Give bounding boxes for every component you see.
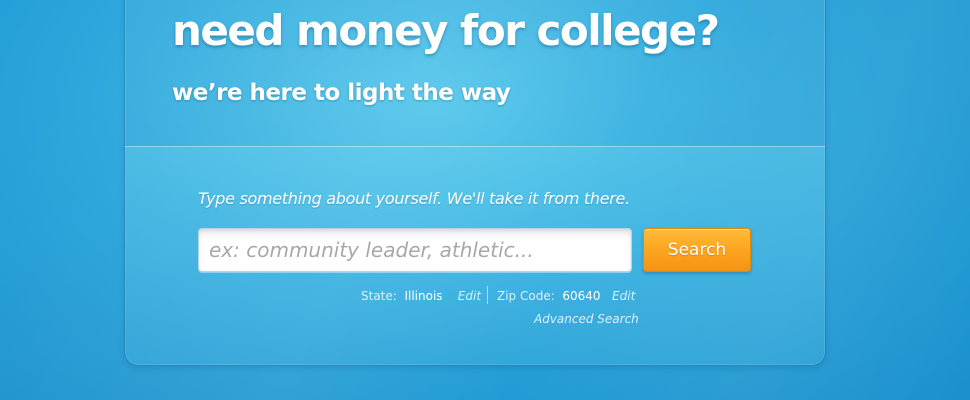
- state-edit-link[interactable]: Edit: [458, 289, 481, 303]
- meta-separator: [487, 286, 488, 304]
- search-button[interactable]: Search: [643, 228, 751, 272]
- advanced-search-link[interactable]: Advanced Search: [534, 311, 639, 327]
- state-value: Illinois: [404, 289, 443, 303]
- zip-edit-link[interactable]: Edit: [612, 289, 635, 303]
- search-prompt: Type something about yourself. We'll tak…: [198, 189, 630, 208]
- search-input[interactable]: [198, 228, 632, 272]
- zip-label: Zip Code:: [497, 289, 555, 303]
- panel-divider: [125, 146, 825, 147]
- state-label: State:: [361, 289, 397, 303]
- zip-group: Zip Code: 60640 Edit: [497, 288, 635, 304]
- state-group: State: Illinois Edit: [361, 288, 481, 304]
- zip-value: 60640: [562, 289, 601, 303]
- hero-headline: need money for college?: [172, 6, 720, 55]
- hero-subheadline: we’re here to light the way: [172, 80, 511, 106]
